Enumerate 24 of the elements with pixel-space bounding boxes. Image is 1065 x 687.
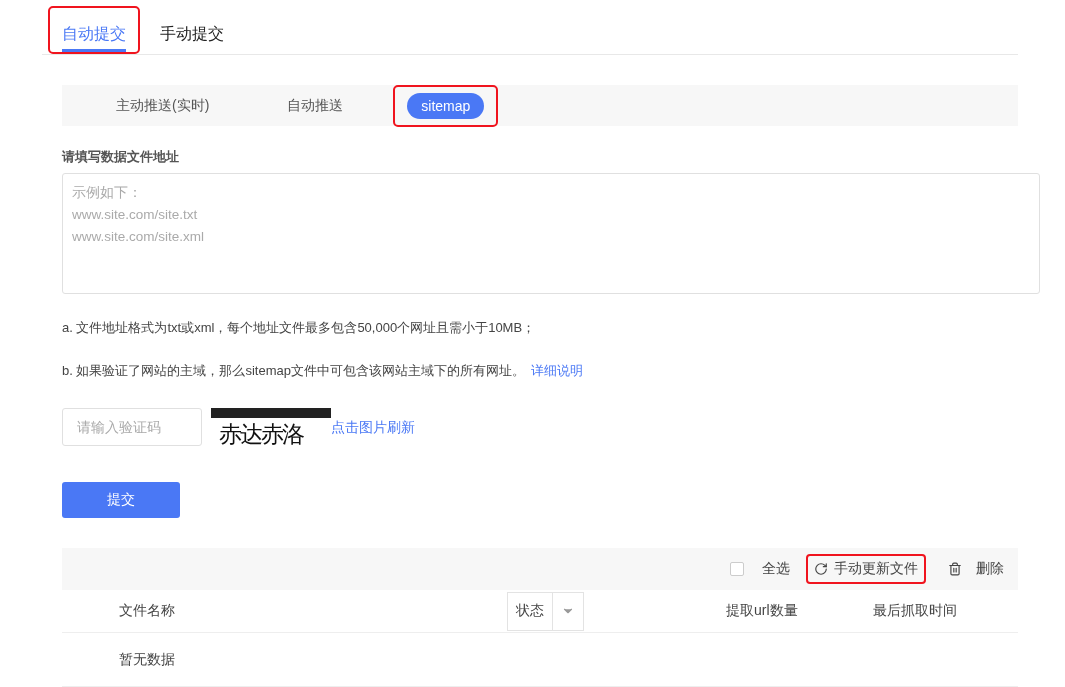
trash-icon [948,562,962,576]
sub-tab[interactable]: sitemap [407,92,485,119]
sub-tab[interactable]: 自动推送 [273,91,358,120]
url-input-field[interactable]: 示例如下： www.site.com/site.txt www.site.com/site.xml [62,173,1040,294]
status-filter[interactable]: 状态 [507,591,584,631]
column-header: 文件名称 [118,602,176,620]
delete-button[interactable]: 删除 [948,560,1004,578]
empty-message: 暂无数据 [118,650,175,669]
tab[interactable]: 手动提交 [160,8,224,52]
column-header: 最后抓取时间 [873,602,958,620]
refresh-icon [814,562,828,576]
tab[interactable]: 自动提交 [62,8,126,52]
details-link[interactable]: 详细说明 [531,363,583,378]
select-all-label: 全选 [762,560,790,578]
refresh-link[interactable]: 点击图片刷新 [331,419,415,437]
checkbox[interactable] [730,562,744,576]
note-text: b. 如果验证了网站的主域，那么sitemap文件中可包含该网站主域下的所有网址。 详细说明 [62,362,584,380]
sub-tab[interactable]: 主动推送(实时) [102,91,224,120]
captcha-input-field[interactable]: 请输入验证码 [62,408,202,446]
update-file-button[interactable]: 手动更新文件 [814,560,918,578]
column-header: 提取url数量 [726,602,799,620]
note-text: a. 文件地址格式为txt或xml，每个地址文件最多包含50,000个网址且需小于10MB； [62,319,537,337]
submit-button[interactable]: 提交 [62,482,180,518]
field-label: 请填写数据文件地址 [62,148,180,166]
